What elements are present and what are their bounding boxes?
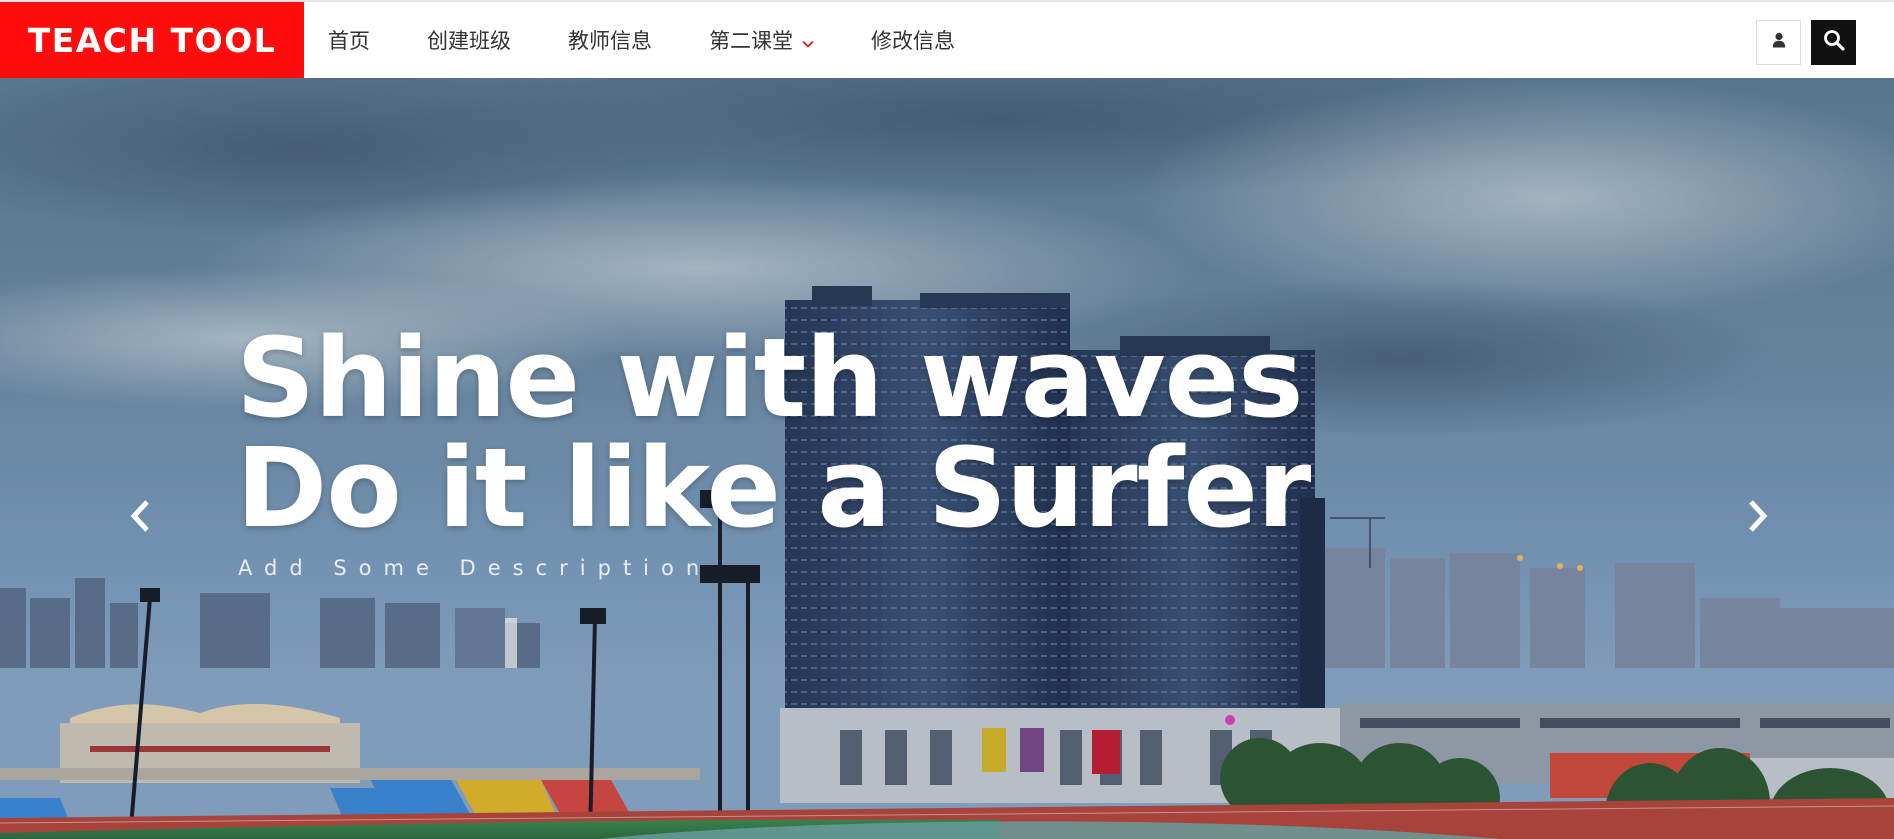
hero-headline: Shine with waves Do it like a Surfer	[236, 314, 1311, 552]
user-icon	[1772, 32, 1786, 53]
hero-description: Add Some Description	[238, 556, 712, 580]
hero-carousel: Shine with waves Do it like a Surfer Add…	[0, 78, 1894, 839]
nav-item-label: 教师信息	[568, 29, 652, 53]
nav-item-label: 修改信息	[871, 29, 955, 53]
header-actions	[1756, 20, 1856, 65]
page: TEACH TOOL 首页 创建班级 教师信息 第二课堂 修改信息 Shine …	[0, 0, 1894, 839]
nav-item-teacher-info[interactable]: 教师信息	[568, 2, 652, 78]
top-navbar: TEACH TOOL 首页 创建班级 教师信息 第二课堂 修改信息	[0, 0, 1894, 78]
chevron-right-icon	[1746, 499, 1770, 538]
carousel-prev-button[interactable]	[120, 493, 160, 543]
user-button[interactable]	[1756, 20, 1801, 65]
search-button[interactable]	[1811, 20, 1856, 65]
nav-item-edit-info[interactable]: 修改信息	[871, 2, 955, 78]
nav-item-second-classroom[interactable]: 第二课堂	[709, 2, 814, 78]
hero-headline-line-2: Do it like a Surfer	[236, 424, 1311, 552]
nav-item-create-class[interactable]: 创建班级	[427, 2, 511, 78]
hero-headline-line-1: Shine with waves	[236, 314, 1304, 442]
nav-item-label: 创建班级	[427, 29, 511, 53]
brand-logo[interactable]: TEACH TOOL	[0, 2, 304, 78]
chevron-down-icon	[802, 29, 814, 53]
nav-item-label: 首页	[328, 29, 370, 53]
nav-item-home[interactable]: 首页	[328, 2, 370, 78]
carousel-next-button[interactable]	[1738, 493, 1778, 543]
main-nav: 首页 创建班级 教师信息 第二课堂 修改信息	[328, 2, 955, 78]
nav-item-label: 第二课堂	[709, 29, 793, 53]
chevron-left-icon	[128, 499, 152, 538]
search-icon	[1823, 29, 1845, 56]
